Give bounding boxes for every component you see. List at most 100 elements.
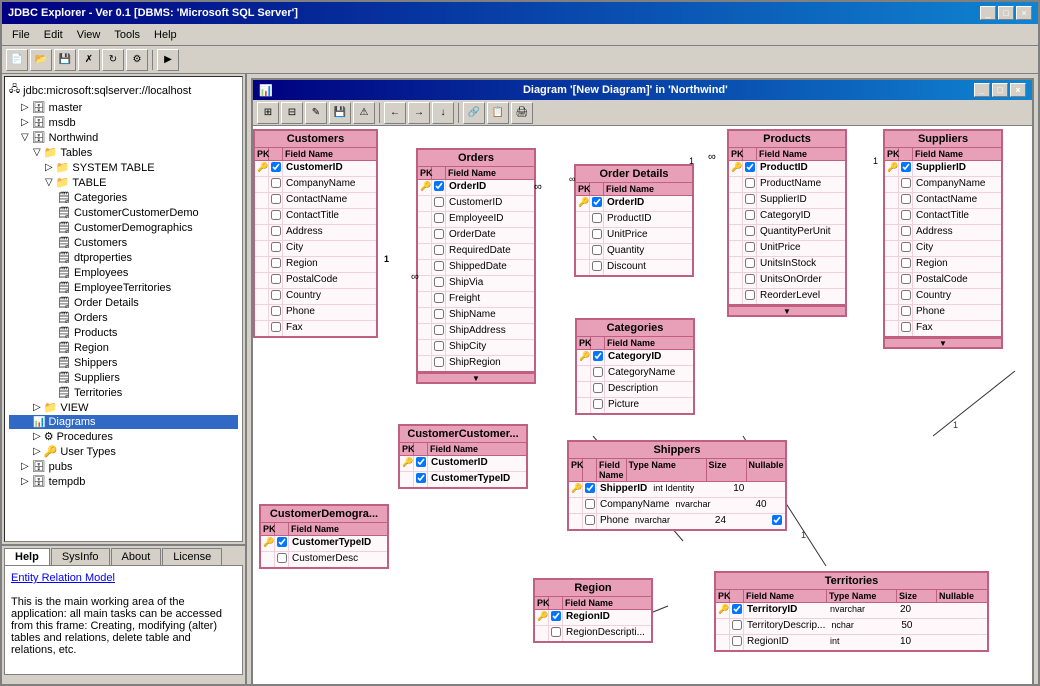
window-controls[interactable]: _ □ × — [980, 6, 1032, 20]
info-link[interactable]: Entity Relation Model — [11, 572, 236, 584]
field-check[interactable] — [277, 537, 287, 547]
delete-btn[interactable]: ✗ — [78, 49, 100, 71]
field-check[interactable] — [901, 178, 911, 188]
tree-table-products[interactable]: 🗒 Products — [9, 325, 238, 340]
tree-db-master[interactable]: ▷ 🗄 master — [9, 100, 238, 115]
menu-tools[interactable]: Tools — [108, 27, 146, 43]
field-check[interactable] — [593, 367, 603, 377]
field-check[interactable] — [434, 357, 444, 367]
diagram-min-btn[interactable]: _ — [974, 83, 990, 97]
field-check[interactable] — [592, 245, 602, 255]
tree-view-group[interactable]: ▷ 📁 VIEW — [9, 400, 238, 415]
diag-btn-4[interactable]: 💾 — [329, 102, 351, 124]
field-check[interactable] — [434, 341, 444, 351]
tree-table-dtproperties[interactable]: 🗒 dtproperties — [9, 250, 238, 265]
menu-file[interactable]: File — [6, 27, 36, 43]
diag-btn-7[interactable]: → — [408, 102, 430, 124]
field-check[interactable] — [271, 306, 281, 316]
tree-tables[interactable]: ▽ 📁 Tables — [9, 145, 238, 160]
field-check[interactable] — [271, 322, 281, 332]
field-check[interactable] — [901, 306, 911, 316]
table-categories[interactable]: Categories PK Field Name 🔑CategoryID Cat… — [575, 318, 695, 415]
tree-table-territories[interactable]: 🗒 Territories — [9, 385, 238, 400]
tree-table-group[interactable]: ▽ 📁 TABLE — [9, 175, 238, 190]
field-check[interactable] — [592, 229, 602, 239]
new-btn[interactable]: 📄 — [6, 49, 28, 71]
menu-edit[interactable]: Edit — [38, 27, 69, 43]
diag-btn-5[interactable]: ⚠ — [353, 102, 375, 124]
run-btn[interactable]: ▶ — [157, 49, 179, 71]
tree-procedures[interactable]: ▷ ⚙ Procedures — [9, 429, 238, 444]
field-check[interactable] — [434, 245, 444, 255]
field-check[interactable] — [416, 457, 426, 467]
diag-btn-10[interactable]: 📋 — [487, 102, 509, 124]
field-check[interactable] — [901, 274, 911, 284]
open-btn[interactable]: 📂 — [30, 49, 52, 71]
diagram-controls[interactable]: _ □ × — [974, 83, 1026, 97]
field-check[interactable] — [434, 229, 444, 239]
field-check[interactable] — [901, 242, 911, 252]
tree-table-customerdemographics[interactable]: 🗒 CustomerDemographics — [9, 220, 238, 235]
tree-table-orders[interactable]: 🗒 Orders — [9, 310, 238, 325]
field-check[interactable] — [271, 178, 281, 188]
save-btn[interactable]: 💾 — [54, 49, 76, 71]
table-customers[interactable]: Customers PK Field Name 🔑 CustomerID Com… — [253, 129, 378, 338]
field-check[interactable] — [551, 611, 561, 621]
field-check[interactable] — [271, 226, 281, 236]
field-check[interactable] — [434, 213, 444, 223]
field-check[interactable] — [271, 194, 281, 204]
diag-btn-2[interactable]: ⊟ — [281, 102, 303, 124]
diagram-close-btn[interactable]: × — [1010, 83, 1026, 97]
tree-diagrams[interactable]: 📊 Diagrams — [9, 415, 238, 429]
field-check[interactable] — [434, 325, 444, 335]
nullable-check[interactable] — [772, 515, 782, 525]
field-check[interactable] — [593, 351, 603, 361]
field-check[interactable] — [434, 181, 444, 191]
field-check[interactable] — [551, 627, 561, 637]
field-check[interactable] — [271, 162, 281, 172]
field-check[interactable] — [593, 399, 603, 409]
tree-db-tempdb[interactable]: ▷ 🗄 tempdb — [9, 474, 238, 489]
field-check[interactable] — [592, 261, 602, 271]
settings-btn[interactable]: ⚙ — [126, 49, 148, 71]
diagram-canvas[interactable]: 1 ∞ ∞ 1 ∞ 1 — [253, 126, 1032, 686]
menu-view[interactable]: View — [71, 27, 107, 43]
table-ccd[interactable]: CustomerCustomer... PK Field Name 🔑Custo… — [398, 424, 528, 489]
table-order-details[interactable]: Order Details PK Field Name 🔑OrderID Pro… — [574, 164, 694, 277]
field-check[interactable] — [901, 162, 911, 172]
maximize-button[interactable]: □ — [998, 6, 1014, 20]
diag-btn-9[interactable]: 🔗 — [463, 102, 485, 124]
table-customerdemog[interactable]: CustomerDemogra... PK Field Name 🔑Custom… — [259, 504, 389, 569]
tree-table-suppliers[interactable]: 🗒 Suppliers — [9, 370, 238, 385]
tree-db-northwind[interactable]: ▽ 🗄 Northwind — [9, 130, 238, 145]
field-check[interactable] — [434, 261, 444, 271]
field-check[interactable] — [271, 242, 281, 252]
tree-table-shippers[interactable]: 🗒 Shippers — [9, 355, 238, 370]
tree-table-customercustomerdemo[interactable]: 🗒 CustomerCustomerDemo — [9, 205, 238, 220]
field-check[interactable] — [745, 210, 755, 220]
field-check[interactable] — [901, 226, 911, 236]
minimize-button[interactable]: _ — [980, 6, 996, 20]
field-check[interactable] — [277, 553, 287, 563]
field-check[interactable] — [585, 483, 595, 493]
field-check[interactable] — [585, 499, 595, 509]
tree-table-categories[interactable]: 🗒 Categories — [9, 190, 238, 205]
tree-db-msdb[interactable]: ▷ 🗄 msdb — [9, 115, 238, 130]
tree-table-employees[interactable]: 🗒 Employees — [9, 265, 238, 280]
tab-about[interactable]: About — [111, 548, 162, 565]
field-check[interactable] — [745, 290, 755, 300]
diag-btn-8[interactable]: ↓ — [432, 102, 454, 124]
field-check[interactable] — [745, 194, 755, 204]
field-check[interactable] — [732, 636, 742, 646]
field-check[interactable] — [434, 197, 444, 207]
tree-view[interactable]: 🖧 jdbc:microsoft:sqlserver://localhost ▷… — [4, 76, 243, 542]
diag-btn-1[interactable]: ⊞ — [257, 102, 279, 124]
field-check[interactable] — [585, 515, 595, 525]
field-check[interactable] — [901, 290, 911, 300]
table-suppliers[interactable]: Suppliers PK Field Name 🔑SupplierID Comp… — [883, 129, 1003, 349]
menu-help[interactable]: Help — [148, 27, 183, 43]
field-check[interactable] — [271, 258, 281, 268]
field-check[interactable] — [901, 210, 911, 220]
table-shippers[interactable]: Shippers PK Field Name Type Name Size Nu… — [567, 440, 787, 531]
diagram-max-btn[interactable]: □ — [992, 83, 1008, 97]
